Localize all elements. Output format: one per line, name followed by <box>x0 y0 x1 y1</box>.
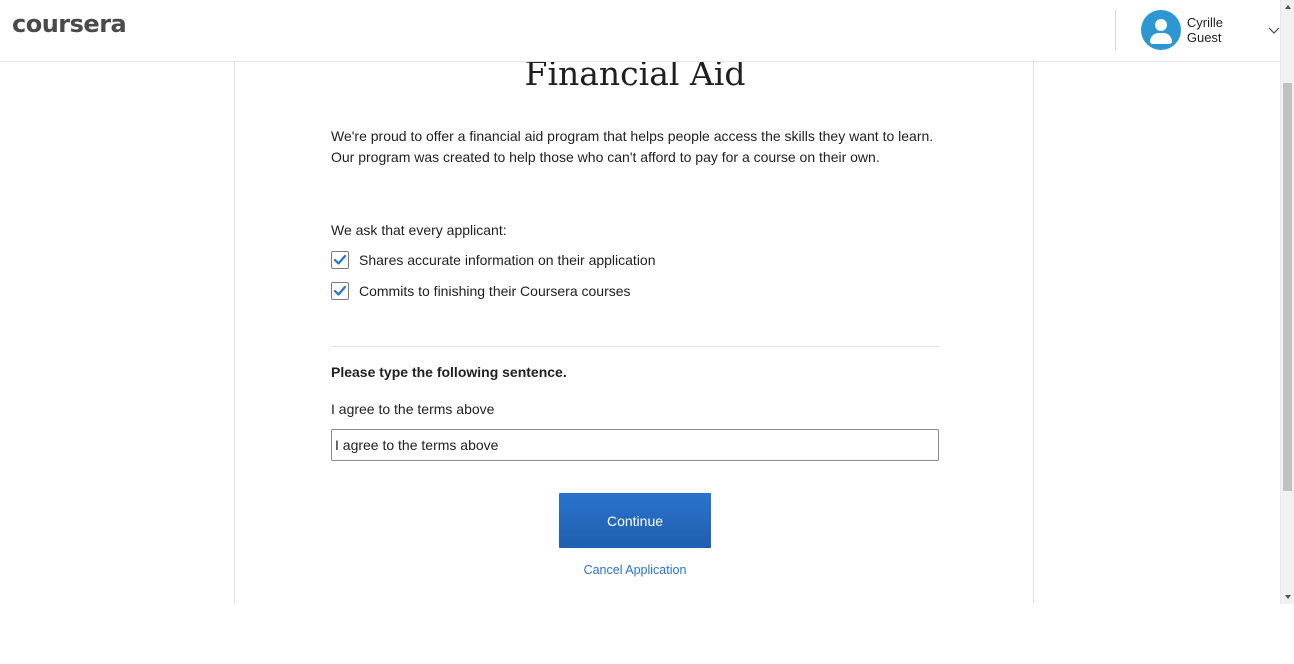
top-navigation-bar: coursera Cyrille Guest <box>0 0 1280 62</box>
checkbox-commits-to-finishing[interactable]: Commits to finishing their Coursera cour… <box>331 282 631 300</box>
chevron-down-icon <box>1268 27 1280 34</box>
scroll-down-arrow-icon[interactable] <box>1281 590 1294 604</box>
applicant-requirements-label: We ask that every applicant: <box>331 222 507 238</box>
scrollbar-thumb[interactable] <box>1283 83 1292 491</box>
checkbox-accurate-information[interactable]: Shares accurate information on their app… <box>331 251 656 269</box>
scroll-up-arrow-icon[interactable] <box>1281 0 1294 14</box>
user-avatar-icon <box>1141 10 1181 50</box>
checkbox-box[interactable] <box>331 251 349 269</box>
agreement-input[interactable] <box>331 429 939 461</box>
section-divider <box>331 346 939 347</box>
continue-button[interactable]: Continue <box>559 493 711 548</box>
header-divider <box>1115 10 1116 50</box>
checkbox-label: Commits to finishing their Coursera cour… <box>359 283 631 299</box>
cancel-application-link[interactable]: Cancel Application <box>235 563 1035 577</box>
checkmark-icon <box>333 254 347 265</box>
type-sentence-prompt: Please type the following sentence. <box>331 364 567 380</box>
financial-aid-card: Financial Aid We're proud to offer a fin… <box>234 40 1034 604</box>
page: coursera Cyrille Guest Financial Aid We'… <box>0 0 1280 604</box>
user-name: Cyrille Guest <box>1186 15 1223 45</box>
intro-paragraph: We're proud to offer a financial aid pro… <box>331 128 934 165</box>
checkbox-label: Shares accurate information on their app… <box>359 252 656 268</box>
user-menu[interactable]: Cyrille Guest <box>1141 10 1280 50</box>
sentence-to-type: I agree to the terms above <box>331 401 495 417</box>
checkmark-icon <box>333 285 347 296</box>
vertical-scrollbar[interactable] <box>1280 0 1294 604</box>
coursera-logo[interactable]: coursera <box>12 10 127 38</box>
checkbox-box[interactable] <box>331 282 349 300</box>
